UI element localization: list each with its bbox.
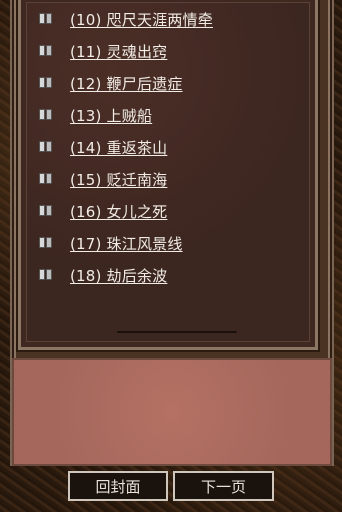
chapter-item[interactable]: (12) 鞭尸后遗症 — [39, 67, 213, 99]
chapter-link[interactable]: (13) 上贼船 — [70, 105, 152, 126]
lower-empty-panel — [12, 358, 332, 466]
book-icon — [39, 141, 53, 153]
book-icon — [39, 269, 53, 281]
chapter-link[interactable]: (14) 重返茶山 — [70, 137, 167, 158]
book-icon — [39, 45, 53, 57]
chapter-item[interactable]: (14) 重返茶山 — [39, 131, 213, 163]
chapter-link[interactable]: (18) 劫后余波 — [70, 265, 167, 286]
chapter-list-inner: (10) 咫尺天涯两情牵 (11) 灵魂出窍 (12) 鞭尸后遗症 (13) 上… — [26, 2, 310, 342]
chapter-item[interactable]: (10) 咫尺天涯两情牵 — [39, 3, 213, 35]
chapter-link[interactable]: (10) 咫尺天涯两情牵 — [70, 9, 213, 30]
back-to-cover-button[interactable]: 回封面 — [68, 471, 168, 501]
chapter-list: (10) 咫尺天涯两情牵 (11) 灵魂出窍 (12) 鞭尸后遗症 (13) 上… — [39, 3, 213, 291]
book-icon — [39, 13, 53, 25]
chapter-link[interactable]: (17) 珠江风景线 — [70, 233, 183, 254]
chapter-item[interactable]: (11) 灵魂出窍 — [39, 35, 213, 67]
book-icon — [39, 237, 53, 249]
chapter-link[interactable]: (12) 鞭尸后遗症 — [70, 73, 183, 94]
book-icon — [39, 173, 53, 185]
chapter-link[interactable]: (15) 贬迁南海 — [70, 169, 167, 190]
panel-ornament — [117, 331, 237, 333]
next-page-button[interactable]: 下一页 — [173, 471, 274, 501]
chapter-item[interactable]: (15) 贬迁南海 — [39, 163, 213, 195]
chapter-list-panel: (10) 咫尺天涯两情牵 (11) 灵魂出窍 (12) 鞭尸后遗症 (13) 上… — [16, 0, 320, 352]
chapter-item[interactable]: (16) 女儿之死 — [39, 195, 213, 227]
book-icon — [39, 77, 53, 89]
book-icon — [39, 205, 53, 217]
chapter-item[interactable]: (18) 劫后余波 — [39, 259, 213, 291]
chapter-item[interactable]: (17) 珠江风景线 — [39, 227, 213, 259]
chapter-link[interactable]: (16) 女儿之死 — [70, 201, 167, 222]
chapter-item[interactable]: (13) 上贼船 — [39, 99, 213, 131]
chapter-link[interactable]: (11) 灵魂出窍 — [70, 41, 167, 62]
book-icon — [39, 109, 53, 121]
